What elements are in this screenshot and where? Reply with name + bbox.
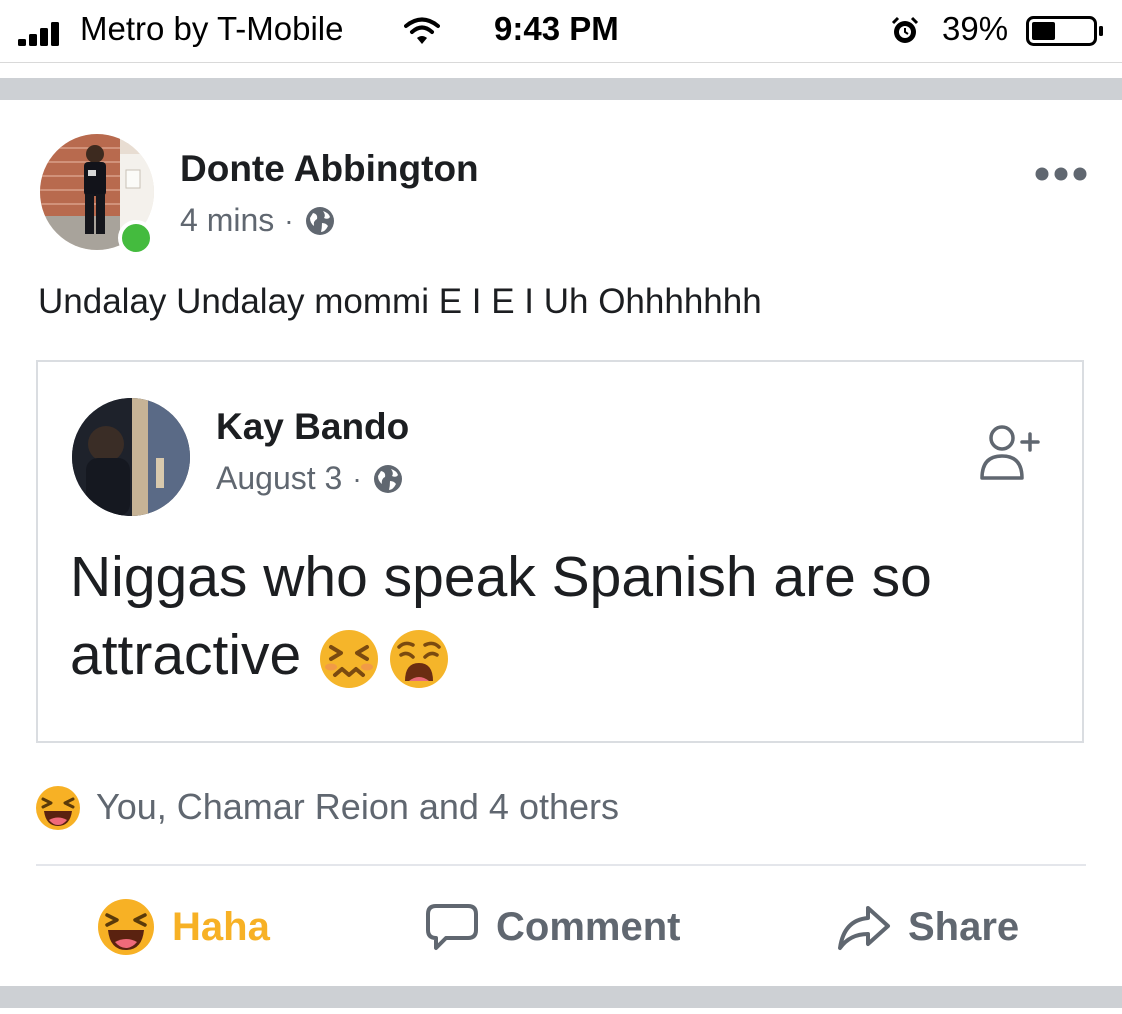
share-icon: [838, 906, 890, 950]
clock-time: 9:43 PM: [494, 10, 619, 47]
battery-icon: [1026, 16, 1103, 46]
shared-post-meta: August 3 ·: [216, 460, 404, 497]
meta-separator: ·: [284, 204, 294, 236]
shared-post-text: Niggas who speak Spanish are so attracti…: [70, 538, 1050, 694]
status-bar-divider: [0, 62, 1122, 63]
globe-icon: [373, 464, 402, 493]
share-button[interactable]: Share: [836, 896, 1019, 958]
online-status-indicator: [118, 220, 154, 256]
share-label: Share: [908, 904, 1020, 949]
signal-icon: [18, 22, 59, 46]
comment-icon: [426, 904, 478, 950]
confounded-face-emoji: [320, 629, 379, 688]
comment-label: Comment: [496, 904, 681, 949]
carrier-name: Metro by T-Mobile: [80, 10, 344, 47]
shared-author-avatar[interactable]: [72, 398, 190, 516]
feed-separator-bottom: [0, 986, 1122, 1008]
more-options-icon[interactable]: [1034, 166, 1088, 182]
meta-separator: ·: [352, 462, 362, 494]
haha-label: Haha: [172, 904, 270, 949]
post-author-name[interactable]: Donte Abbington: [180, 148, 479, 190]
weary-face-emoji: [390, 629, 449, 688]
post-timestamp[interactable]: 4 mins: [180, 202, 274, 239]
shared-post-text-content: Niggas who speak Spanish are so attracti…: [70, 545, 932, 687]
shared-author-photo: [72, 398, 190, 516]
post-body-text: Undalay Undalay mommi E I E I Uh Ohhhhhh…: [38, 282, 762, 321]
alarm-icon: [891, 16, 919, 43]
wifi-icon: [404, 17, 440, 44]
reactions-summary[interactable]: You, Chamar Reion and 4 others: [96, 786, 619, 828]
haha-button[interactable]: Haha: [96, 896, 270, 958]
add-friend-icon[interactable]: [976, 420, 1046, 484]
shared-post-timestamp[interactable]: August 3: [216, 460, 342, 497]
haha-reaction-icon[interactable]: [34, 784, 82, 832]
post-meta: 4 mins ·: [180, 202, 336, 239]
shared-post-author-name[interactable]: Kay Bando: [216, 406, 409, 448]
haha-icon: [98, 899, 154, 955]
battery-percent: 39%: [942, 10, 1009, 47]
feed-separator-top: [0, 78, 1122, 100]
globe-icon: [305, 206, 334, 235]
comment-button[interactable]: Comment: [424, 896, 680, 958]
actions-divider: [36, 864, 1086, 866]
